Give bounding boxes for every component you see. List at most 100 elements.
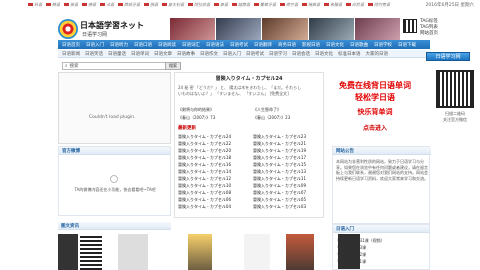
news-image-4[interactable] [188,234,212,270]
nav-item-13[interactable]: 日语歌曲 [350,42,368,48]
beginner-link[interactable]: 平假名练习331课（视频） [337,237,385,244]
language-link-8[interactable]: 意大利语 [162,2,184,8]
article-link[interactable]: 冒険入りタイム・カプセル15 [253,161,306,168]
news-image-6[interactable] [286,234,314,270]
article-link[interactable]: 冒険入りタイム・カプセル17 [253,154,306,161]
search-input[interactable]: 搜索 [70,63,79,69]
article-link[interactable]: 冒険入りタイム・カプセル03 [253,203,306,210]
beginner-link[interactable]: 平假名练习32课 [337,251,385,258]
flag-icon [28,3,33,6]
beginner-list: 平假名练习331课（视频） 平假名练习33课 平假名练习32课 平假名练习31课 [337,237,385,265]
article-link[interactable]: 冒険入りタイム・カプセル09 [253,182,306,189]
nav-item-7[interactable]: 日语语法 [206,42,224,48]
nav-item-4[interactable]: 日语口语 [134,42,152,48]
nav-item-10[interactable]: 商务日语 [278,42,296,48]
subnav-item-3[interactable]: 日语童话 [108,51,126,57]
subnav-item-1[interactable]: 日语新闻 [62,51,80,57]
language-link-17[interactable]: 阿列克语 [368,2,390,8]
japanese-study-button[interactable]: 日语学习网 [426,52,470,61]
ad-enter-link[interactable]: 点击进入 [334,123,416,132]
article-link[interactable]: 冒険入りタイム・カプセル19 [253,147,306,154]
article-link[interactable]: 冒険入りタイム・カプセル20 [178,147,231,154]
article-list-right: 冒険入りタイム・カプセル23 冒険入りタイム・カプセル21 冒険入りタイム・カプ… [253,133,306,210]
book-left-1[interactable]: 《剣将与你的结果》 [178,107,214,113]
beginner-link[interactable]: 平假名练习31课 [337,258,385,265]
vocab-ad[interactable]: 免费在线背日语单词 轻松学日语 快乐背单词 点击进入 [334,72,416,142]
subnav-item-8[interactable]: 日语入门 [223,51,241,57]
book-left-2[interactable]: 《春山（2007）》73 [178,115,215,121]
subnav-item-14[interactable]: 大家的日语 [366,51,389,57]
article-link[interactable]: 冒険入りタイム・カプセル07 [253,189,306,196]
subnav-item-9[interactable]: 日语考试 [246,51,264,57]
article-list-left: 冒険入りタイム・カプセル24 冒険入りタイム・カプセル22 冒険入りタイム・カプ… [178,133,231,210]
article-link[interactable]: 冒険入りタイム・カプセル23 [253,133,306,140]
language-link-15[interactable]: 希腊语 [324,2,342,8]
book-right-1[interactable]: 《人生懸命了》 [253,107,281,113]
language-link-7[interactable]: 俄语 [144,2,158,8]
book-right-2[interactable]: 《春山（2007）》23 [253,115,290,121]
article-link[interactable]: 冒険入りタイム・カプセル21 [253,140,306,147]
article-link[interactable]: 冒険入りタイム・カプセル16 [178,161,231,168]
article-link[interactable]: 冒険入りタイム・カプセル05 [253,196,306,203]
header-link-3[interactable]: 网站首页 [420,31,438,37]
language-link-2[interactable]: 韩语 [46,2,60,8]
qr-code-icon [403,19,417,33]
article-link[interactable]: 冒険入りタイム・カプセル24 [178,133,231,140]
article-link[interactable]: 冒険入りタイム・カプセル18 [178,154,231,161]
plugin-box: Couldn't load plugin. [58,72,171,144]
nav-item-3[interactable]: 日语听力 [110,42,128,48]
nav-item-14[interactable]: 日语学校 [374,42,392,48]
language-link-9[interactable]: 阿拉伯语 [188,2,210,8]
subnav-item-4[interactable]: 日语单词 [131,51,149,57]
subnav-item-7[interactable]: 日语作文 [200,51,218,57]
language-link-12[interactable]: 葡萄牙语 [254,2,276,8]
notice-panel-title: 网站公告 [333,147,431,155]
news-image-2[interactable] [80,234,102,270]
nav-item-9[interactable]: 日语翻译 [254,42,272,48]
nav-item-12[interactable]: 日语文化 [326,42,344,48]
article-link[interactable]: 冒険入りタイム・カプセル13 [253,168,306,175]
article-link[interactable]: 冒険入りタイム・カプセル08 [178,189,231,196]
latest-updates-title: 最新更新 [178,126,196,131]
notice-panel: 网站公告 本网站为非营利性质的网站，致力于日语学习与分享。如果您在浏览中有任何问… [332,146,431,224]
subnav-item-12[interactable]: 日语文化 [315,51,333,57]
flag-icon [162,3,167,6]
subnav-item-5[interactable]: 日语文章 [154,51,172,57]
nav-item-8[interactable]: 日语考试 [230,42,248,48]
search-button[interactable]: 搜索 [165,62,181,70]
article-link[interactable]: 冒険入りタイム・カプセル14 [178,168,231,175]
language-link-3[interactable]: 英语 [64,2,78,8]
news-image-1[interactable] [58,234,78,270]
search-box[interactable]: ⌕ 搜索 [62,62,166,70]
beginner-link[interactable]: 平假名练习33课 [337,244,385,251]
language-link-6[interactable]: 西班牙语 [118,2,140,8]
nav-item-5[interactable]: 日语阅读 [158,42,176,48]
language-link-5[interactable]: 法语 [100,2,114,8]
nav-item-2[interactable]: 日语入门 [86,42,104,48]
article-link[interactable]: 冒険入りタイム・カプセル11 [253,175,306,182]
article-link[interactable]: 冒険入りタイム・カプセル06 [178,196,231,203]
article-title[interactable]: 冒険入りタイム・カプセル24 [175,75,323,82]
article-link[interactable]: 冒険入りタイム・カプセル22 [178,140,231,147]
nav-item-11[interactable]: 影视日语 [302,42,320,48]
language-link-13[interactable]: 荷兰语 [280,2,298,8]
language-link-11[interactable]: 越南语 [232,2,250,8]
subnav-item-6[interactable]: 日语故事 [177,51,195,57]
article-link[interactable]: 冒険入りタイム・カプセル12 [178,175,231,182]
subnav-item-10[interactable]: 日语学习 [269,51,287,57]
article-link[interactable]: 冒険入りタイム・カプセル04 [178,203,231,210]
nav-item-15[interactable]: 日语下载 [398,42,416,48]
subnav-item-11[interactable]: 日语会话 [292,51,310,57]
language-link-10[interactable]: 泰语 [214,2,228,8]
news-image-3[interactable] [118,234,148,270]
language-link-4[interactable]: 德语 [82,2,96,8]
article-link[interactable]: 冒険入りタイム・カプセル10 [178,182,231,189]
nav-item-6[interactable]: 日语词汇 [182,42,200,48]
news-image-5[interactable] [244,234,270,270]
language-link-1[interactable]: 日语 [28,2,42,8]
nav-item-1[interactable]: 日语首页 [62,42,80,48]
subnav-item-13[interactable]: 标准日本语 [338,51,361,57]
language-link-16[interactable]: 印尼语 [346,2,364,8]
subnav-item-2[interactable]: 日语笑话 [85,51,103,57]
language-link-14[interactable]: 瑞典语 [302,2,320,8]
